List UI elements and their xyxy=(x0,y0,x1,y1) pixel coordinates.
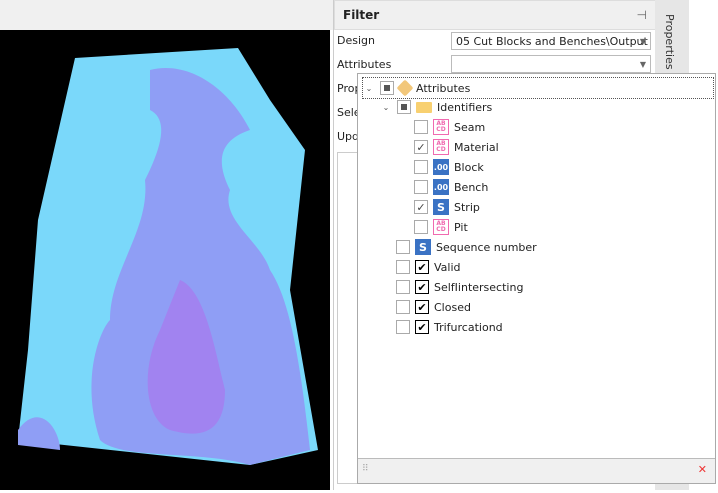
chevron-down-icon[interactable]: ⌄ xyxy=(363,84,375,93)
tree-label: Attributes xyxy=(416,81,471,95)
dropdown-footer: ⠿ ✕ xyxy=(358,458,715,483)
checkbox[interactable] xyxy=(396,260,410,274)
sequence-type-icon: S xyxy=(433,199,449,215)
tree-group-identifiers[interactable]: ⌄ Identifiers xyxy=(380,97,492,117)
design-select[interactable]: 05 Cut Blocks and Benches\Output ▼ xyxy=(451,32,651,50)
tree-label: Bench xyxy=(454,180,489,194)
tag-icon xyxy=(396,79,414,97)
checkbox[interactable]: ✓ xyxy=(414,140,428,154)
tree-label: Valid xyxy=(434,260,461,274)
text-type-icon: AB CD xyxy=(433,139,449,155)
numeric-type-icon: .00 xyxy=(433,159,449,175)
checkbox[interactable] xyxy=(396,280,410,294)
tree-label: Trifurcationd xyxy=(434,320,503,334)
panel-title: Filter xyxy=(343,8,380,22)
tree-label: Sequence number xyxy=(436,240,537,254)
list-item[interactable]: .00 Block xyxy=(414,157,484,177)
boolean-type-icon: ✔ xyxy=(415,320,429,334)
checkbox[interactable] xyxy=(396,240,410,254)
list-item[interactable]: ✔ Valid xyxy=(396,257,461,277)
folder-icon xyxy=(416,101,432,113)
checkbox[interactable] xyxy=(396,300,410,314)
checkbox[interactable] xyxy=(396,320,410,334)
checkbox-identifiers[interactable] xyxy=(397,100,411,114)
tree-label: Pit xyxy=(454,220,468,234)
tree-label: Material xyxy=(454,140,499,154)
attributes-label: Attributes xyxy=(337,58,392,71)
list-item[interactable]: AB CD Pit xyxy=(414,217,468,237)
chevron-down-icon: ▼ xyxy=(639,60,646,69)
design-value: 05 Cut Blocks and Benches\Output xyxy=(456,35,648,48)
text-type-icon: AB CD xyxy=(433,119,449,135)
toolbar-area xyxy=(0,0,333,30)
numeric-type-icon: .00 xyxy=(433,179,449,195)
sequence-type-icon: S xyxy=(415,239,431,255)
text-type-icon: AB CD xyxy=(433,219,449,235)
checkbox-attributes[interactable] xyxy=(380,81,394,95)
3d-viewport[interactable] xyxy=(0,30,330,490)
tree-label: Closed xyxy=(434,300,471,314)
chevron-down-icon: ▼ xyxy=(639,37,646,46)
checkbox[interactable]: ✓ xyxy=(414,200,428,214)
tree-label: Strip xyxy=(454,200,480,214)
checkbox[interactable] xyxy=(414,220,428,234)
tree-root[interactable]: ⌄ Attributes xyxy=(362,77,714,99)
checkbox[interactable] xyxy=(414,180,428,194)
tree-label: Identifiers xyxy=(437,100,493,114)
list-item[interactable]: ✔ SelfIintersecting xyxy=(396,277,523,297)
list-item[interactable]: ✔ Trifurcationd xyxy=(396,317,503,337)
tree-label: Seam xyxy=(454,120,486,134)
checkbox[interactable] xyxy=(414,120,428,134)
properties-tab-label: Properties xyxy=(663,14,676,70)
boolean-type-icon: ✔ xyxy=(415,280,429,294)
tree-label: Block xyxy=(454,160,484,174)
chevron-down-icon[interactable]: ⌄ xyxy=(380,103,392,112)
list-item[interactable]: .00 Bench xyxy=(414,177,488,197)
checkbox[interactable] xyxy=(414,160,428,174)
boolean-type-icon: ✔ xyxy=(415,260,429,274)
surface-model xyxy=(18,48,318,465)
list-item[interactable]: S Sequence number xyxy=(396,237,537,257)
boolean-type-icon: ✔ xyxy=(415,300,429,314)
design-label: Design xyxy=(337,34,375,47)
resize-grip-icon[interactable]: ⠿ xyxy=(362,464,369,474)
pin-icon[interactable]: ⊣ xyxy=(637,8,647,22)
list-item[interactable]: ✓ S Strip xyxy=(414,197,480,217)
list-item[interactable]: ✔ Closed xyxy=(396,297,471,317)
attributes-select[interactable]: ▼ xyxy=(451,55,651,73)
attributes-dropdown: ⌄ Attributes ⌄ Identifiers AB CD Seam ✓ AB C… xyxy=(357,73,716,484)
list-item[interactable]: AB CD Seam xyxy=(414,117,485,137)
tree-label: SelfIintersecting xyxy=(434,280,524,294)
close-icon[interactable]: ✕ xyxy=(698,463,707,476)
list-item[interactable]: ✓ AB CD Material xyxy=(414,137,499,157)
